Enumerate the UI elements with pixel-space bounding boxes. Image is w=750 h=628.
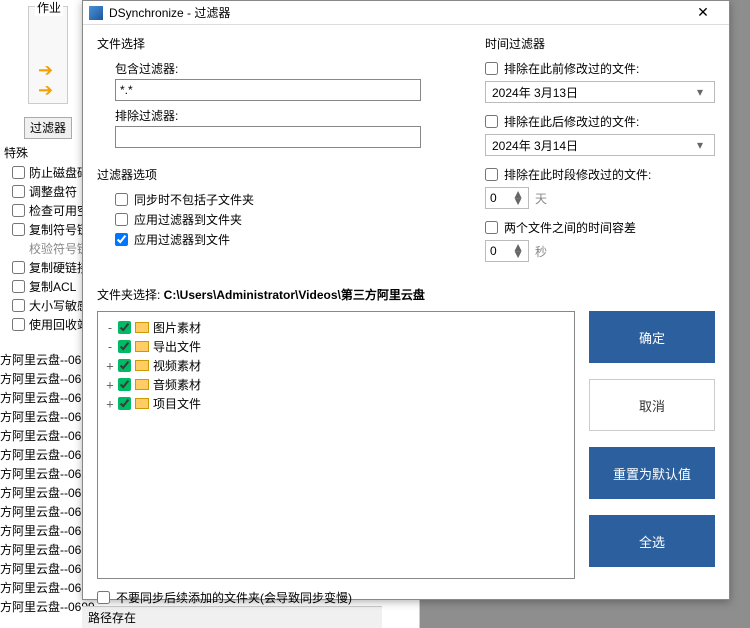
list-item[interactable]: 方阿里云盘--0699 (0, 445, 82, 464)
list-item[interactable]: 方阿里云盘--0699 (0, 502, 82, 521)
file-select-heading: 文件选择 (97, 35, 461, 52)
list-item[interactable]: 方阿里云盘--0699 (0, 483, 82, 502)
ok-button[interactable]: 确定 (589, 311, 715, 363)
expand-icon[interactable]: - (104, 340, 116, 354)
chk-exclude-range[interactable]: 排除在此时段修改过的文件: (485, 166, 715, 183)
folder-select-path: 文件夹选择: C:\Users\Administrator\Videos\第三方… (97, 286, 715, 303)
tree-item-label: 项目文件 (153, 395, 201, 412)
chk-apply-folder[interactable]: 应用过滤器到文件夹 (115, 211, 461, 228)
spinner-icon[interactable]: ▲▼ (512, 244, 524, 258)
include-filter-input[interactable] (115, 79, 421, 101)
filter-dialog: DSynchronize - 过滤器 ✕ 文件选择 包含过滤器: 排除过滤器: … (82, 0, 730, 600)
expand-icon[interactable]: + (104, 359, 116, 373)
arrow-right-icon: ➔ (38, 80, 53, 101)
spinner-icon[interactable]: ▲▼ (512, 191, 524, 205)
include-label: 包含过滤器: (115, 60, 461, 77)
list-item[interactable]: 方阿里云盘--0699 (0, 426, 82, 445)
expand-icon[interactable]: - (104, 321, 116, 335)
folder-icon (135, 322, 149, 333)
folder-icon (135, 360, 149, 371)
date-after-input[interactable]: 2024年 3月14日▾ (485, 134, 715, 156)
bg-path-list: 方阿里云盘--0699 方阿里云盘--0699 方阿里云盘--0699 方阿里云… (0, 350, 82, 616)
dropdown-icon: ▾ (692, 85, 708, 99)
list-item[interactable]: 方阿里云盘--0699 (0, 597, 82, 616)
tolerance-seconds-input[interactable]: 0▲▼ (485, 240, 529, 262)
filter-options-heading: 过滤器选项 (97, 166, 461, 183)
exclude-filter-input[interactable] (115, 126, 421, 148)
tree-item[interactable]: + 音频素材 (104, 375, 568, 394)
select-all-button[interactable]: 全选 (589, 515, 715, 567)
status-bar: 路径存在 (82, 606, 382, 628)
chk-no-later-add[interactable]: 不要同步后续添加的文件夹(会导致同步变慢) (97, 589, 715, 606)
range-unit-label: 天 (535, 190, 547, 207)
tree-checkbox[interactable] (118, 378, 131, 391)
list-item[interactable]: 方阿里云盘--0699 (0, 407, 82, 426)
tree-item-label: 音频素材 (153, 376, 201, 393)
list-item[interactable]: 方阿里云盘--0699 (0, 464, 82, 483)
tree-checkbox[interactable] (118, 397, 131, 410)
tree-checkbox[interactable] (118, 321, 131, 334)
close-button[interactable]: ✕ (683, 4, 723, 21)
date-before-input[interactable]: 2024年 3月13日▾ (485, 81, 715, 103)
range-days-input[interactable]: 0▲▼ (485, 187, 529, 209)
chk-exclude-after[interactable]: 排除在此后修改过的文件: (485, 113, 715, 130)
list-item[interactable]: 方阿里云盘--0699 (0, 369, 82, 388)
folder-icon (135, 379, 149, 390)
tree-item-label: 图片素材 (153, 319, 201, 336)
list-item[interactable]: 方阿里云盘--0699 (0, 350, 82, 369)
titlebar[interactable]: DSynchronize - 过滤器 ✕ (83, 1, 729, 25)
list-item[interactable]: 方阿里云盘--0699 (0, 578, 82, 597)
tolerance-unit-label: 秒 (535, 243, 547, 260)
time-filter-heading: 时间过滤器 (485, 35, 715, 52)
list-item[interactable]: 方阿里云盘--0699 (0, 559, 82, 578)
arrow-right-icon: ➔ (38, 60, 53, 81)
list-item[interactable]: 方阿里云盘--0699 (0, 540, 82, 559)
list-item[interactable]: 方阿里云盘--0699 (0, 388, 82, 407)
tree-item-label: 导出文件 (153, 338, 201, 355)
tree-item-label: 视频素材 (153, 357, 201, 374)
folder-tree[interactable]: - 图片素材 - 导出文件 + 视频素材 + 音频素材 + 项目文件 (97, 311, 575, 579)
app-icon (89, 6, 103, 20)
dialog-title: DSynchronize - 过滤器 (109, 4, 683, 21)
chk-time-tolerance[interactable]: 两个文件之间的时间容差 (485, 219, 715, 236)
tree-item[interactable]: - 导出文件 (104, 337, 568, 356)
dropdown-icon: ▾ (692, 138, 708, 152)
bg-filter-button[interactable]: 过滤器 (24, 117, 72, 139)
tree-checkbox[interactable] (118, 340, 131, 353)
cancel-button[interactable]: 取消 (589, 379, 715, 431)
chk-no-subfolder[interactable]: 同步时不包括子文件夹 (115, 191, 461, 208)
reset-defaults-button[interactable]: 重置为默认值 (589, 447, 715, 499)
chk-exclude-before[interactable]: 排除在此前修改过的文件: (485, 60, 715, 77)
tree-item[interactable]: + 视频素材 (104, 356, 568, 375)
tree-item[interactable]: + 项目文件 (104, 394, 568, 413)
exclude-label: 排除过滤器: (115, 107, 461, 124)
jobs-group-label: 作业 (35, 0, 63, 16)
folder-icon (135, 398, 149, 409)
folder-icon (135, 341, 149, 352)
list-item[interactable]: 方阿里云盘--0699 (0, 521, 82, 540)
expand-icon[interactable]: + (104, 397, 116, 411)
expand-icon[interactable]: + (104, 378, 116, 392)
tree-checkbox[interactable] (118, 359, 131, 372)
chk-apply-file[interactable]: 应用过滤器到文件 (115, 231, 461, 248)
tree-item[interactable]: - 图片素材 (104, 318, 568, 337)
